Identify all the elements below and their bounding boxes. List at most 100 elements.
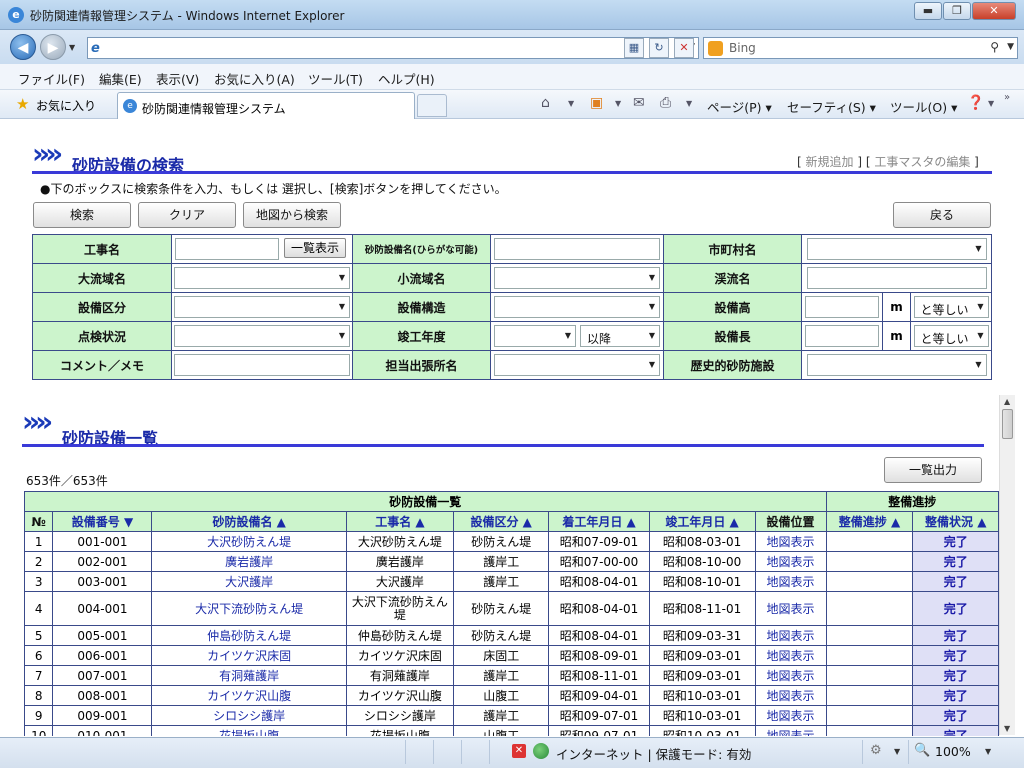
error-icon[interactable]: ✕: [512, 744, 526, 758]
historic-select[interactable]: [806, 354, 987, 376]
stream-input[interactable]: [806, 267, 987, 289]
home-dropdown-icon[interactable]: ▼: [568, 99, 574, 108]
page-menu[interactable]: ページ(P) ▾: [707, 97, 772, 116]
cell-start: 昭和08-04-01: [548, 591, 650, 626]
close-window-button[interactable]: ✕: [972, 2, 1016, 20]
map-link[interactable]: 地図表示: [754, 571, 827, 592]
scroll-thumb[interactable]: [1002, 409, 1013, 439]
scroll-up-icon[interactable]: ▲: [1004, 397, 1010, 406]
minimize-button[interactable]: ▬: [914, 2, 942, 20]
map-link[interactable]: 地図表示: [754, 625, 827, 646]
zoom-dropdown-icon[interactable]: ▼: [985, 747, 991, 756]
search-dropdown-icon[interactable]: ▼: [1007, 42, 1014, 52]
chevron-more-icon[interactable]: »: [1004, 92, 1010, 103]
col-code-sort[interactable]: 設備番号 ▼: [52, 511, 153, 532]
facility-name-link[interactable]: カイツケ沢床固: [151, 645, 347, 666]
map-link[interactable]: 地図表示: [754, 705, 827, 726]
city-select[interactable]: [806, 238, 987, 260]
compatibility-icon[interactable]: ▦: [624, 38, 644, 58]
map-link[interactable]: 地図表示: [754, 685, 827, 706]
major-basin-select[interactable]: [174, 267, 350, 289]
col-progress-sort[interactable]: 整備進捗 ▲: [825, 511, 914, 532]
tools-menu[interactable]: ツール(O) ▾: [890, 97, 957, 116]
zoom-level[interactable]: 100%: [935, 744, 971, 759]
facility-name-link[interactable]: カイツケ沢山腹: [151, 685, 347, 706]
length-input[interactable]: [805, 325, 879, 347]
menu-tools[interactable]: ツール(T): [308, 69, 363, 88]
facility-name-link[interactable]: 仲島砂防えん堤: [151, 625, 347, 646]
length-compare-select[interactable]: と等しい: [913, 325, 989, 347]
favorites-label[interactable]: お気に入り: [36, 97, 96, 114]
print-dropdown-icon[interactable]: ▼: [686, 99, 692, 108]
refresh-icon[interactable]: ↻: [649, 38, 669, 58]
height-input[interactable]: [805, 296, 879, 318]
completion-after-select[interactable]: 以降: [580, 325, 660, 347]
col-start-sort[interactable]: 着工年月日 ▲: [548, 511, 650, 532]
col-work-sort[interactable]: 工事名 ▲: [345, 511, 454, 532]
page-scrollbar[interactable]: ▲ ▼: [999, 395, 1015, 735]
back-icon[interactable]: ◀: [10, 34, 36, 60]
height-compare-select[interactable]: と等しい: [913, 296, 989, 318]
search-icon[interactable]: ⚲: [990, 40, 999, 54]
facility-name-input[interactable]: [494, 238, 660, 260]
facility-name-link[interactable]: 花場坂山腹: [151, 725, 347, 736]
map-link[interactable]: 地図表示: [754, 665, 827, 686]
structure-select[interactable]: [494, 296, 660, 318]
list-view-button[interactable]: 一覧表示: [284, 238, 346, 258]
scroll-down-icon[interactable]: ▼: [1004, 724, 1010, 733]
clear-button[interactable]: クリア: [138, 202, 236, 228]
feeds-dropdown-icon[interactable]: ▼: [615, 99, 621, 108]
new-tab-button[interactable]: [417, 94, 447, 117]
search-button[interactable]: 検索: [33, 202, 131, 228]
forward-icon[interactable]: ▶: [40, 34, 66, 60]
safety-menu[interactable]: セーフティ(S) ▾: [787, 97, 876, 116]
map-link[interactable]: 地図表示: [754, 531, 827, 552]
menu-view[interactable]: 表示(V): [156, 69, 199, 88]
menu-edit[interactable]: 編集(E): [99, 69, 142, 88]
help-icon[interactable]: ❓: [967, 95, 984, 111]
facility-name-link[interactable]: 有洞薙護岸: [151, 665, 347, 686]
search-box[interactable]: Bing ⚲ ▼: [703, 37, 1018, 59]
favorites-star-icon[interactable]: ★: [16, 95, 29, 113]
completion-year-select[interactable]: [494, 325, 576, 347]
category-select[interactable]: [174, 296, 350, 318]
facility-name-link[interactable]: 大沢護岸: [151, 571, 347, 592]
comment-input[interactable]: [174, 354, 350, 376]
browser-tab[interactable]: e 砂防関連情報管理システム: [117, 92, 415, 119]
history-dropdown-icon[interactable]: ▼: [69, 43, 75, 52]
col-name-sort[interactable]: 砂防設備名 ▲: [151, 511, 347, 532]
work-master-link[interactable]: 工事マスタの編集: [874, 155, 970, 169]
stop-icon[interactable]: ✕: [674, 38, 694, 58]
menu-favorites[interactable]: お気に入り(A): [214, 69, 295, 88]
minor-basin-select[interactable]: [494, 267, 660, 289]
feeds-icon[interactable]: ▣: [590, 95, 603, 111]
help-dropdown-icon[interactable]: ▼: [988, 99, 994, 108]
map-search-button[interactable]: 地図から検索: [243, 202, 341, 228]
work-name-input[interactable]: [175, 238, 279, 260]
map-link[interactable]: 地図表示: [754, 591, 827, 626]
export-list-button[interactable]: 一覧出力: [884, 457, 982, 483]
print-icon[interactable]: ⎙: [660, 95, 671, 111]
menu-file[interactable]: ファイル(F): [18, 69, 85, 88]
facility-name-link[interactable]: 廣岩護岸: [151, 551, 347, 572]
back-button[interactable]: 戻る: [893, 202, 991, 228]
office-select[interactable]: [494, 354, 660, 376]
maximize-button[interactable]: ❐: [943, 2, 971, 20]
facility-name-link[interactable]: 大沢下流砂防えん堤: [151, 591, 347, 626]
mail-icon[interactable]: ✉: [633, 95, 645, 111]
menu-help[interactable]: ヘルプ(H): [378, 69, 435, 88]
address-bar[interactable]: e ▼: [87, 37, 699, 59]
inspection-select[interactable]: [174, 325, 350, 347]
map-link[interactable]: 地図表示: [754, 725, 827, 736]
col-end-sort[interactable]: 竣工年月日 ▲: [648, 511, 756, 532]
map-link[interactable]: 地図表示: [754, 645, 827, 666]
new-add-link[interactable]: 新規追加: [806, 155, 854, 169]
security-zone[interactable]: インターネット | 保護モード: 有効: [556, 744, 751, 763]
home-icon[interactable]: ⌂: [541, 95, 550, 111]
facility-name-link[interactable]: 大沢砂防えん堤: [151, 531, 347, 552]
facility-name-link[interactable]: シロシシ護岸: [151, 705, 347, 726]
col-status-sort[interactable]: 整備状況 ▲: [912, 511, 999, 532]
map-link[interactable]: 地図表示: [754, 551, 827, 572]
col-category-sort[interactable]: 設備区分 ▲: [452, 511, 550, 532]
protected-dropdown-icon[interactable]: ▼: [894, 747, 900, 756]
